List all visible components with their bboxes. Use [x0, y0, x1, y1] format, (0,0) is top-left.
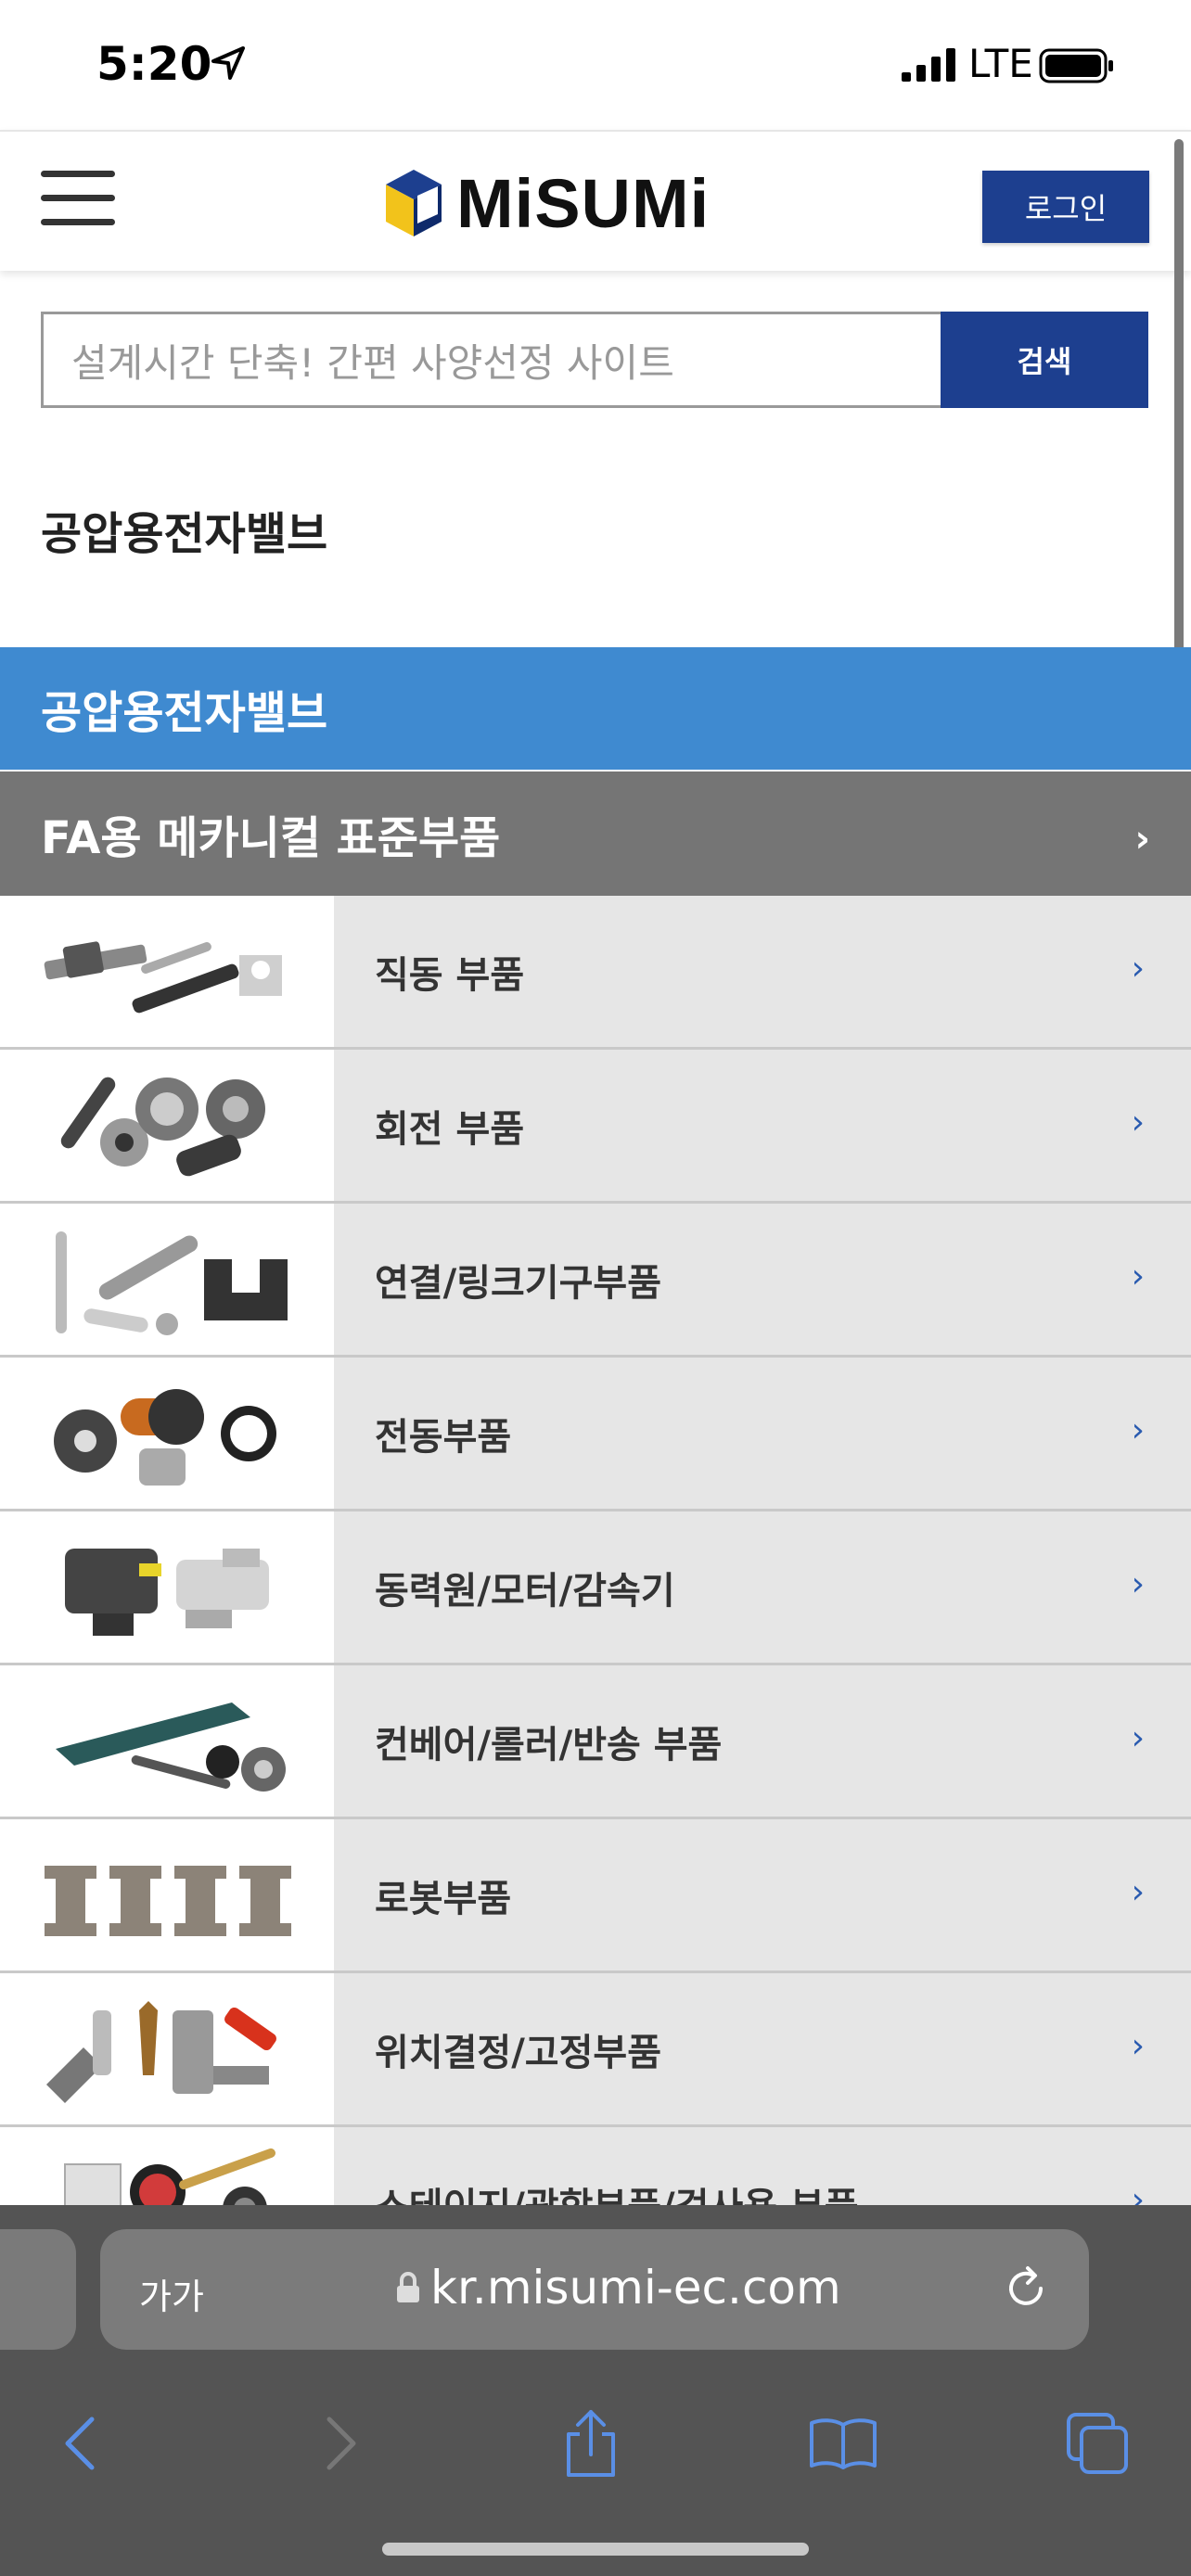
misumi-logo[interactable]: MiSUMi [384, 161, 710, 245]
category-list: 직동 부품 › 회전 부품 › 연결/링크기구부품 › 전동부품 › 동력원/모… [0, 896, 1191, 2281]
list-item-label: 회전 부품 [375, 1107, 525, 1151]
search-input[interactable]: 설계시간 단축! 간편 사양선정 사이트 [41, 312, 942, 408]
list-item-linear-motion[interactable]: 직동 부품 › [0, 896, 1191, 1050]
url-text: kr.misumi-ec.com [430, 2261, 841, 2315]
conveyor-parts-image [0, 1665, 334, 1817]
search-button[interactable]: 검색 [941, 312, 1148, 408]
motor-parts-image [0, 1511, 334, 1663]
section-label: FA용 메카니컬 표준부품 [41, 812, 501, 864]
bookmarks-button[interactable] [801, 2402, 885, 2485]
search-bar: 설계시간 단축! 간편 사양선정 사이트 검색 [41, 312, 1148, 408]
section-fa-mechanical[interactable]: FA용 메카니컬 표준부품 › [0, 772, 1191, 896]
chevron-right-icon: › [1131, 950, 1145, 988]
list-item-transmission[interactable]: 전동부품 › [0, 1358, 1191, 1511]
misumi-logo-icon [386, 170, 442, 236]
hamburger-menu-icon[interactable] [41, 171, 115, 226]
login-button[interactable]: 로그인 [982, 171, 1149, 243]
list-item-label: 연결/링크기구부품 [375, 1261, 662, 1305]
share-icon [567, 2410, 615, 2477]
chevron-right-icon: › [1131, 1873, 1145, 1911]
network-type: LTE [968, 41, 1033, 86]
reload-icon[interactable] [1000, 2263, 1052, 2315]
list-item-positioning[interactable]: 위치결정/고정부품 › [0, 1973, 1191, 2127]
chevron-left-icon [65, 2417, 95, 2470]
signal-icon [902, 48, 955, 82]
logo-text: MiSUMi [456, 164, 711, 242]
positioning-parts-image [0, 1973, 334, 2124]
list-item-robot[interactable]: 로봇부품 › [0, 1819, 1191, 1973]
url-display[interactable]: kr.misumi-ec.com [395, 2261, 841, 2315]
chevron-right-icon: › [1134, 818, 1150, 861]
chevron-right-icon: › [1131, 2027, 1145, 2065]
lock-icon [397, 2272, 419, 2302]
list-item-linkage[interactable]: 연결/링크기구부품 › [0, 1204, 1191, 1358]
page-title: 공압용전자밸브 [41, 508, 328, 560]
tabs-icon [1067, 2413, 1128, 2474]
site-header: MiSUMi 로그인 [0, 130, 1191, 271]
rotary-parts-image [0, 1050, 334, 1201]
chevron-right-icon: › [1131, 1103, 1145, 1141]
forward-button[interactable] [299, 2402, 382, 2485]
browser-bottom-bar: 가가 kr.misumi-ec.com [0, 2205, 1191, 2576]
chevron-right-icon: › [1131, 1411, 1145, 1449]
robot-parts-image [0, 1819, 334, 1970]
chevron-right-icon: › [1131, 1257, 1145, 1295]
chevron-right-icon: › [1131, 1565, 1145, 1603]
linear-motion-parts-image [0, 896, 334, 1047]
chevron-right-icon: › [1131, 1719, 1145, 1757]
list-item-label: 직동 부품 [375, 953, 525, 997]
linkage-parts-image [0, 1204, 334, 1355]
list-item-conveyor[interactable]: 컨베어/롤러/반송 부품 › [0, 1665, 1191, 1819]
page-scrollbar[interactable] [1174, 139, 1184, 695]
browser-toolbar [0, 2402, 1191, 2504]
chevron-right-icon [327, 2417, 356, 2470]
address-bar[interactable]: 가가 kr.misumi-ec.com [100, 2229, 1089, 2350]
list-item-label: 동력원/모터/감속기 [375, 1569, 675, 1613]
list-item-label: 로봇부품 [375, 1877, 512, 1920]
list-item-label: 전동부품 [375, 1415, 512, 1459]
tabs-button[interactable] [1056, 2402, 1139, 2485]
text-size-button[interactable]: 가가 [139, 2268, 204, 2319]
home-indicator[interactable] [382, 2543, 809, 2556]
location-arrow-icon [211, 46, 245, 80]
list-item-label: 위치결정/고정부품 [375, 2031, 662, 2074]
status-time: 5:20 [96, 37, 212, 91]
list-item-label: 컨베어/롤러/반송 부품 [375, 1723, 723, 1766]
back-button[interactable] [39, 2402, 122, 2485]
list-item-motor[interactable]: 동력원/모터/감속기 › [0, 1511, 1191, 1665]
status-bar: 5:20 LTE [0, 0, 1191, 130]
share-button[interactable] [549, 2402, 633, 2485]
category-banner[interactable]: 공압용전자밸브 [0, 647, 1191, 770]
book-icon [810, 2418, 877, 2469]
battery-icon [1039, 48, 1113, 83]
list-item-rotary[interactable]: 회전 부품 › [0, 1050, 1191, 1204]
transmission-parts-image [0, 1358, 334, 1509]
previous-tab-edge[interactable] [0, 2229, 76, 2350]
